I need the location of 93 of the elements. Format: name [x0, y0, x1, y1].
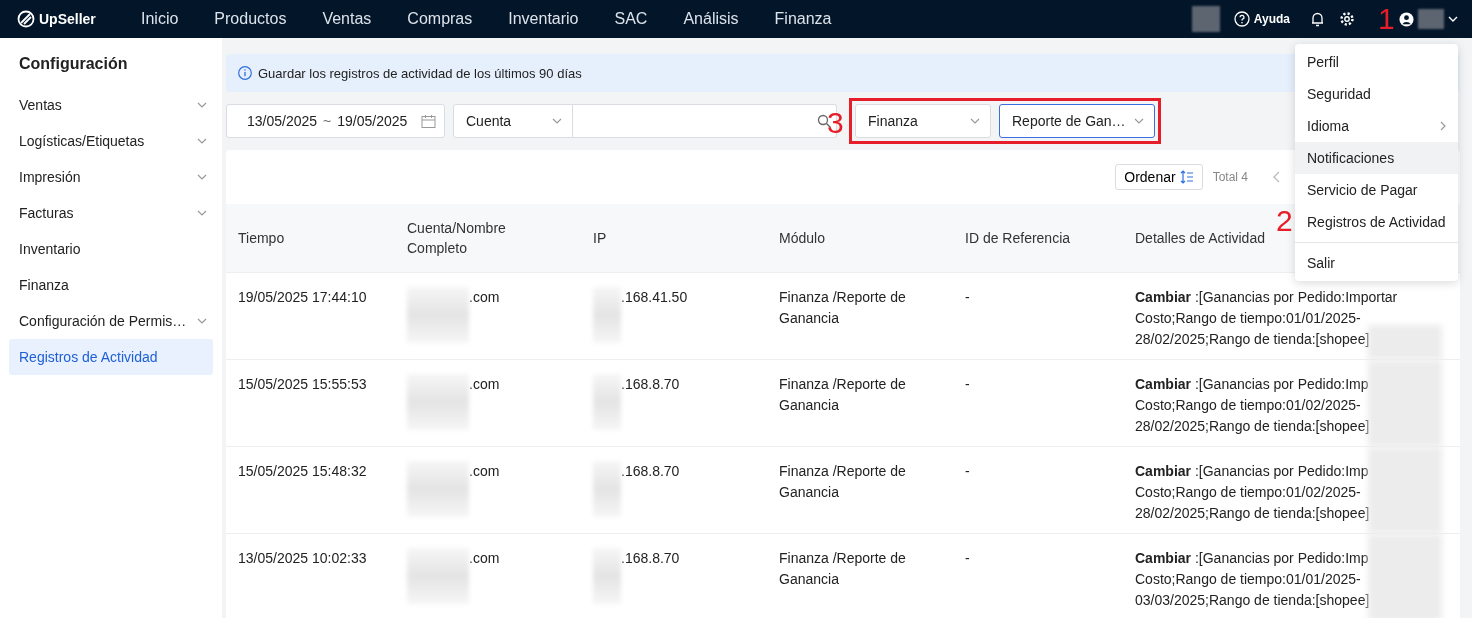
table-cell: .com — [469, 463, 500, 479]
menu-item[interactable]: Notificaciones — [1295, 142, 1458, 174]
column-header: Tiempo — [226, 204, 395, 273]
info-text: Guardar los registros de actividad de los últimos 90 días — [258, 65, 582, 81]
nav-link[interactable]: Análisis — [665, 10, 757, 28]
sidebar-item[interactable]: Registros de Actividad — [9, 339, 213, 375]
table-cell: Finanza /Reporte de Ganancia — [767, 359, 953, 447]
column-header: IP — [581, 204, 767, 273]
table-cell: .com — [469, 550, 500, 566]
sort-icon — [1179, 170, 1194, 184]
table-cell: Finanza /Reporte de Ganancia — [767, 533, 953, 618]
chevron-down-icon — [970, 118, 980, 124]
logo-icon — [17, 10, 35, 28]
settings-icon[interactable] — [1339, 11, 1355, 27]
column-header: Cuenta/Nombre Completo — [395, 204, 581, 273]
table-cell: 15/05/2025 15:48:32 — [226, 446, 395, 534]
redaction-blur — [1191, 6, 1220, 32]
table-cell: - — [953, 446, 1123, 534]
annotation-number: 1 — [1378, 4, 1395, 34]
menu-item[interactable]: Idioma — [1295, 110, 1458, 142]
redaction-blur — [593, 461, 621, 517]
table-cell: 19/05/2025 17:44:10 — [226, 272, 395, 360]
annotation-number: 2 — [1276, 206, 1293, 236]
redaction-blur — [593, 548, 621, 604]
submodule-select[interactable]: Reporte de Gan… — [999, 104, 1155, 138]
table-cell: Finanza /Reporte de Ganancia — [767, 272, 953, 360]
logo-text: UpSeller — [39, 11, 96, 27]
redaction-blur — [1418, 9, 1444, 29]
table-cell: .168.41.50 — [621, 289, 688, 305]
table-cell: - — [953, 533, 1123, 618]
sidebar-item[interactable]: Ventas — [9, 87, 213, 123]
chevron-down-icon — [1134, 118, 1144, 124]
redaction-blur — [407, 287, 469, 343]
redaction-blur — [593, 374, 621, 430]
calendar-icon — [421, 113, 436, 129]
table-cell: .com — [469, 376, 500, 392]
nav-link[interactable]: Compras — [389, 10, 491, 28]
redaction-blur — [407, 548, 469, 604]
account-select[interactable]: Cuenta — [453, 104, 573, 138]
menu-item[interactable]: Salir — [1295, 247, 1458, 279]
table-cell: Finanza /Reporte de Ganancia — [767, 446, 953, 534]
sidebar-item[interactable]: Logísticas/Etiquetas — [9, 123, 213, 159]
nav-link[interactable]: Ventas — [304, 10, 390, 28]
chevron-down-icon — [197, 318, 207, 324]
sidebar-item[interactable]: Impresión — [9, 159, 213, 195]
nav-link[interactable]: Productos — [196, 10, 305, 28]
chevron-down-icon — [197, 138, 207, 144]
module-select[interactable]: Finanza — [855, 104, 991, 138]
chevron-down-icon — [552, 118, 562, 124]
activity-detail: Cambiar :[Ganancias por Pedido:Imp Costo;Rango de tiempo:01/02/2025-28/02/2025;Rango de tienda:[shopee] — [1135, 375, 1371, 436]
sidebar-item[interactable]: Finanza — [9, 267, 213, 303]
table-cell: - — [953, 359, 1123, 447]
activity-detail: Cambiar :[Ganancias por Pedido:Imp Costo;Rango de tiempo:01/01/2025-03/03/2025;Rango de tienda:[shopee] — [1135, 549, 1371, 610]
menu-item[interactable]: Seguridad — [1295, 78, 1458, 110]
column-header: Módulo — [767, 204, 953, 273]
nav-link[interactable]: Finanza — [756, 10, 850, 28]
bell-icon[interactable] — [1310, 11, 1325, 27]
chevron-right-icon — [1440, 121, 1446, 131]
menu-item[interactable]: Servicio de Pagar — [1295, 174, 1458, 206]
sort-button[interactable]: Ordenar — [1115, 164, 1203, 190]
total-count: Total 4 — [1212, 170, 1248, 184]
chevron-down-icon[interactable] — [1448, 16, 1458, 22]
table-cell: .168.8.70 — [621, 376, 680, 392]
help-link[interactable]: Ayuda — [1233, 11, 1290, 27]
nav-link[interactable]: SAC — [596, 10, 666, 28]
sidebar-item[interactable]: Configuración de Permis… — [9, 303, 213, 339]
activity-detail: Cambiar :[Ganancias por Pedido:Imp Costo;Rango de tiempo:01/02/2025-28/02/2025;Rango de tienda:[shopee] — [1135, 462, 1371, 523]
sidebar-title: Configuración — [19, 55, 129, 73]
chevron-down-icon — [197, 174, 207, 180]
nav-link[interactable]: Inicio — [123, 10, 197, 28]
chevron-down-icon — [197, 102, 207, 108]
menu-item[interactable]: Perfil — [1295, 46, 1458, 78]
menu-item[interactable]: Registros de Actividad — [1295, 206, 1458, 238]
redaction-blur — [407, 374, 469, 430]
chevron-down-icon — [197, 210, 207, 216]
help-icon — [1233, 11, 1250, 27]
table-cell: .168.8.70 — [621, 463, 680, 479]
date-range-field[interactable]: 13/05/2025 ~ 19/05/2025 — [226, 104, 445, 138]
table-cell: 13/05/2025 10:02:33 — [226, 533, 395, 618]
info-icon — [238, 66, 252, 80]
table-cell: 15/05/2025 15:55:53 — [226, 359, 395, 447]
table-cell: .com — [469, 289, 500, 305]
redaction-blur — [407, 461, 469, 517]
table-cell: .168.8.70 — [621, 550, 680, 566]
redaction-blur — [593, 287, 621, 343]
sidebar-item[interactable]: Inventario — [9, 231, 213, 267]
sidebar-item[interactable]: Facturas — [9, 195, 213, 231]
activity-detail: Cambiar :[Ganancias por Pedido:Importar Costo;Rango de tiempo:01/01/2025-28/02/2025;Rango de tienda:[shopee] — [1135, 288, 1399, 349]
user-icon[interactable] — [1399, 11, 1414, 27]
annotation-number: 3 — [827, 108, 844, 138]
column-header: ID de Referencia — [953, 204, 1123, 273]
table-cell: - — [953, 272, 1123, 360]
nav-link[interactable]: Inventario — [490, 10, 597, 28]
